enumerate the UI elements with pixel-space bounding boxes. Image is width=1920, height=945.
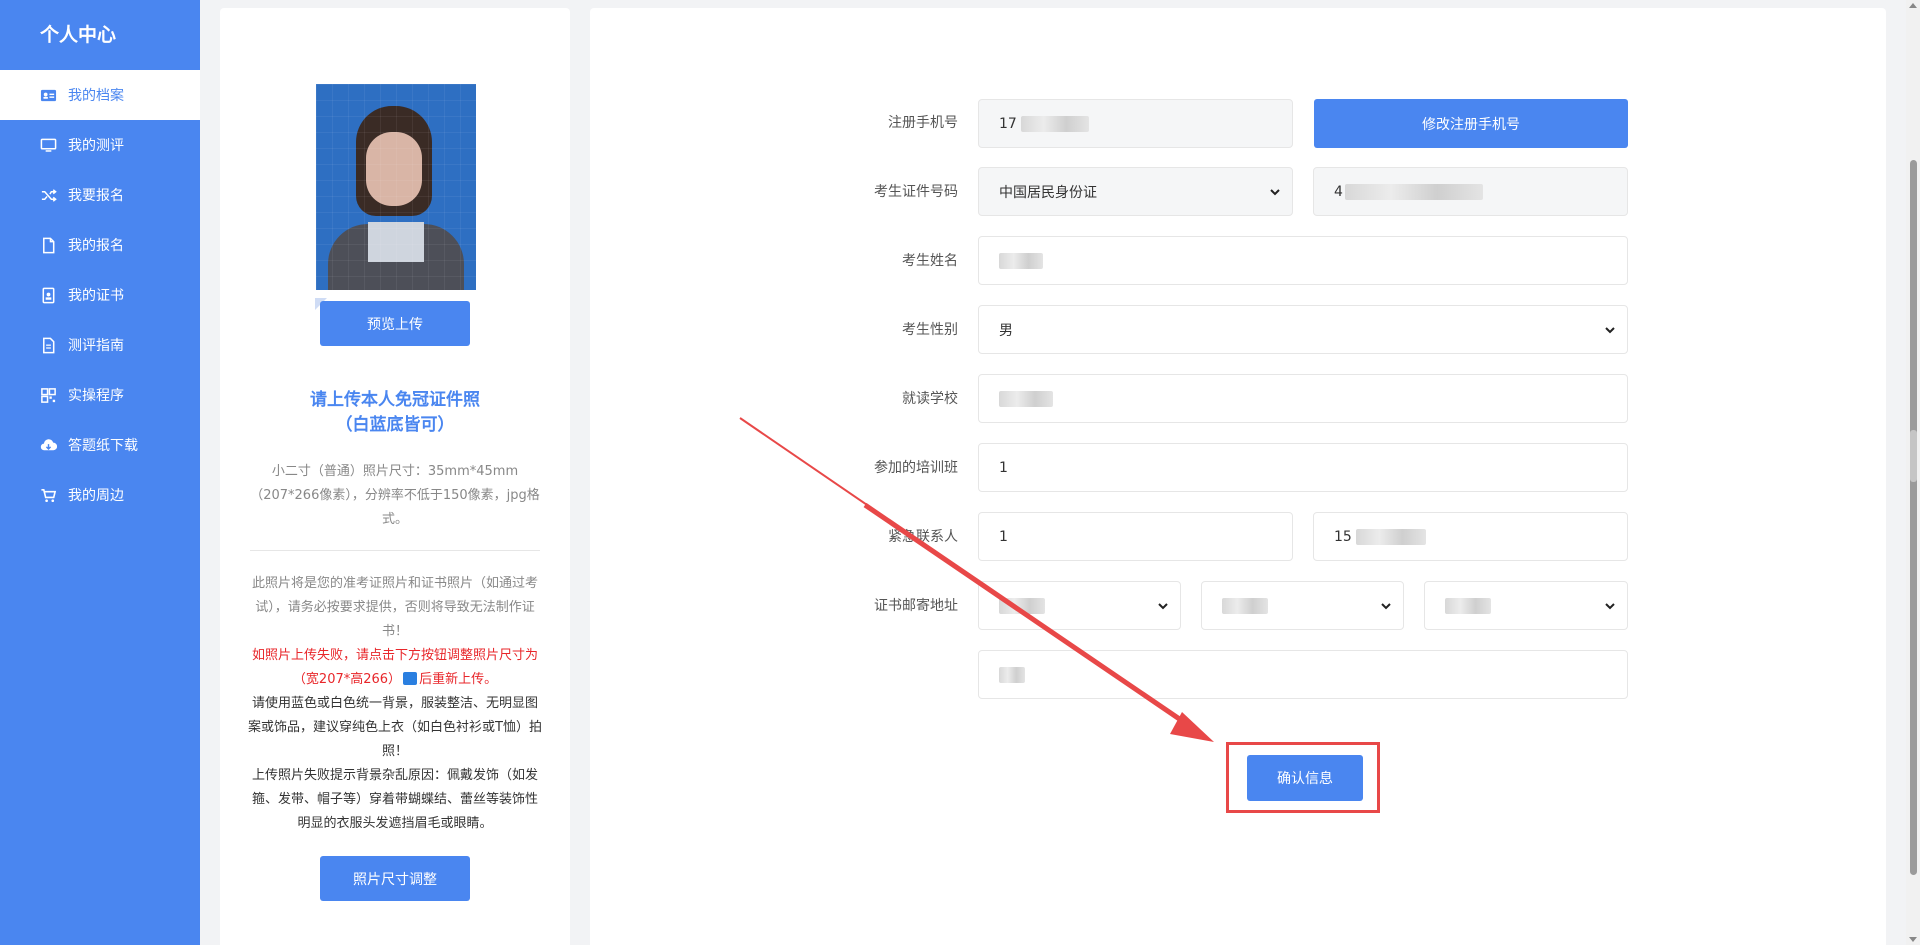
- emergency-phone-value: 15: [1334, 528, 1352, 545]
- name-field[interactable]: [978, 236, 1628, 285]
- scrollbar-marker: [1910, 430, 1917, 482]
- emergency-phone-field[interactable]: 15: [1313, 512, 1628, 561]
- confirm-highlight-box: 确认信息: [1226, 742, 1380, 813]
- phone-field: 17: [978, 99, 1293, 148]
- photo-spec-text: 小二寸（普通）照片尺寸：35mm*45mm（207*266像素），分辨率不低于1…: [250, 464, 540, 527]
- sidebar-item-my-assessment[interactable]: 我的测评: [0, 120, 200, 170]
- training-value: 1: [999, 459, 1008, 476]
- document-icon: [38, 335, 58, 355]
- sidebar-item-merchandise[interactable]: 我的周边: [0, 470, 200, 520]
- scroll-up-icon[interactable]: [1909, 3, 1917, 8]
- book-icon: [403, 672, 418, 685]
- sidebar-item-label: 我的周边: [68, 488, 124, 504]
- sidebar-item-label: 答题纸下载: [68, 438, 138, 454]
- upload-title-line2: （白蓝底皆可）: [335, 415, 455, 435]
- province-select[interactable]: [978, 581, 1181, 630]
- scroll-down-icon[interactable]: [1909, 937, 1917, 942]
- chevron-down-icon: [1379, 599, 1393, 613]
- sidebar-item-my-registrations[interactable]: 我的报名: [0, 220, 200, 270]
- district-select[interactable]: [1424, 581, 1628, 630]
- chevron-down-icon: [1156, 599, 1170, 613]
- certificate-icon: [38, 285, 58, 305]
- note-background: 请使用蓝色或白色统一背景，服装整洁、无明显图案或饰品，建议穿纯色上衣（如白色衬衫…: [248, 696, 542, 759]
- gender-value: 男: [999, 322, 1013, 339]
- upload-title-line1: 请上传本人免冠证件照: [310, 390, 480, 410]
- preview-upload-button[interactable]: 预览上传: [320, 301, 470, 346]
- id-number-label: 考生证件号码: [874, 184, 958, 200]
- shuffle-icon: [38, 185, 58, 205]
- note-gray: 此照片将是您的准考证照片和证书照片（如通过考试），请务必按要求提供，否则将导致无…: [251, 576, 538, 639]
- address-label: 证书邮寄地址: [874, 598, 958, 614]
- sidebar-item-label: 实操程序: [68, 388, 124, 404]
- sidebar-item-answer-sheet-download[interactable]: 答题纸下载: [0, 420, 200, 470]
- sidebar-item-label: 我的报名: [68, 238, 124, 254]
- sidebar-item-guide[interactable]: 测评指南: [0, 320, 200, 370]
- chevron-down-icon: [1603, 323, 1617, 337]
- photo-upload-panel: 预览上传 请上传本人免冠证件照 （白蓝底皆可） 小二寸（普通）照片尺寸：35mm…: [220, 8, 570, 945]
- photo-resize-button[interactable]: 照片尺寸调整: [320, 856, 470, 901]
- gender-select[interactable]: 男: [978, 305, 1628, 354]
- sidebar-item-register[interactable]: 我要报名: [0, 170, 200, 220]
- id-number-value: 4: [1334, 183, 1343, 200]
- school-label: 就读学校: [902, 391, 958, 407]
- sidebar-item-my-profile[interactable]: 我的档案: [0, 70, 200, 120]
- note-failure-reasons: 上传照片失败提示背景杂乱原因：佩戴发饰（如发箍、发带、帽子等）穿着带蝴蝶结、蕾丝…: [251, 768, 538, 831]
- address-detail-field[interactable]: [978, 650, 1628, 699]
- emergency-name-field[interactable]: 1: [978, 512, 1293, 561]
- sidebar-item-label: 我的档案: [68, 88, 124, 104]
- id-type-select[interactable]: 中国居民身份证: [978, 167, 1293, 216]
- gender-label: 考生性别: [902, 322, 958, 338]
- monitor-icon: [38, 135, 58, 155]
- id-card-icon: [38, 85, 58, 105]
- phone-value: 17: [999, 115, 1017, 132]
- sidebar-item-label: 我的证书: [68, 288, 124, 304]
- note-red-text-end: 后重新上传。: [419, 672, 498, 687]
- chevron-down-icon: [1603, 599, 1617, 613]
- training-label: 参加的培训班: [874, 460, 958, 476]
- name-label: 考生姓名: [902, 253, 958, 269]
- school-field[interactable]: [978, 374, 1628, 423]
- upload-title: 请上传本人免冠证件照 （白蓝底皆可）: [220, 388, 570, 438]
- sidebar-item-label: 我要报名: [68, 188, 124, 204]
- change-phone-button[interactable]: 修改注册手机号: [1314, 99, 1628, 148]
- divider: [250, 550, 540, 551]
- sidebar: 个人中心 我的档案 我的测评 我要报名 我的报名 我的证书 测评指南 实操程序 …: [0, 0, 200, 945]
- id-number-field[interactable]: 4: [1313, 167, 1628, 216]
- scrollbar-thumb[interactable]: [1910, 160, 1917, 875]
- sidebar-item-label: 我的测评: [68, 138, 124, 154]
- note-red: 如照片上传失败，请点击下方按钮调整照片尺寸为（宽207*高266） 后重新上传。: [252, 648, 538, 687]
- sidebar-item-my-certificates[interactable]: 我的证书: [0, 270, 200, 320]
- city-select[interactable]: [1201, 581, 1404, 630]
- profile-form: 注册手机号 17 修改注册手机号 考生证件号码 中国居民身份证 4 考生姓名 考…: [590, 8, 1886, 945]
- photo-notes: 此照片将是您的准考证照片和证书照片（如通过考试），请务必按要求提供，否则将导致无…: [248, 572, 542, 836]
- emergency-contact-label: 紧急联系人: [888, 529, 958, 545]
- file-icon: [38, 235, 58, 255]
- sidebar-item-practical-procedure[interactable]: 实操程序: [0, 370, 200, 420]
- qrcode-icon: [38, 385, 58, 405]
- id-type-value: 中国居民身份证: [999, 184, 1097, 201]
- sidebar-title: 个人中心: [40, 24, 117, 46]
- phone-label: 注册手机号: [888, 115, 958, 131]
- cart-icon: [38, 485, 58, 505]
- confirm-info-button[interactable]: 确认信息: [1247, 755, 1363, 801]
- applicant-photo: [316, 84, 476, 290]
- emergency-name-value: 1: [999, 528, 1008, 545]
- page-scrollbar[interactable]: [1906, 0, 1920, 945]
- sidebar-item-label: 测评指南: [68, 338, 124, 354]
- training-field[interactable]: 1: [978, 443, 1628, 492]
- chevron-down-icon: [1268, 185, 1282, 199]
- cloud-download-icon: [38, 435, 58, 455]
